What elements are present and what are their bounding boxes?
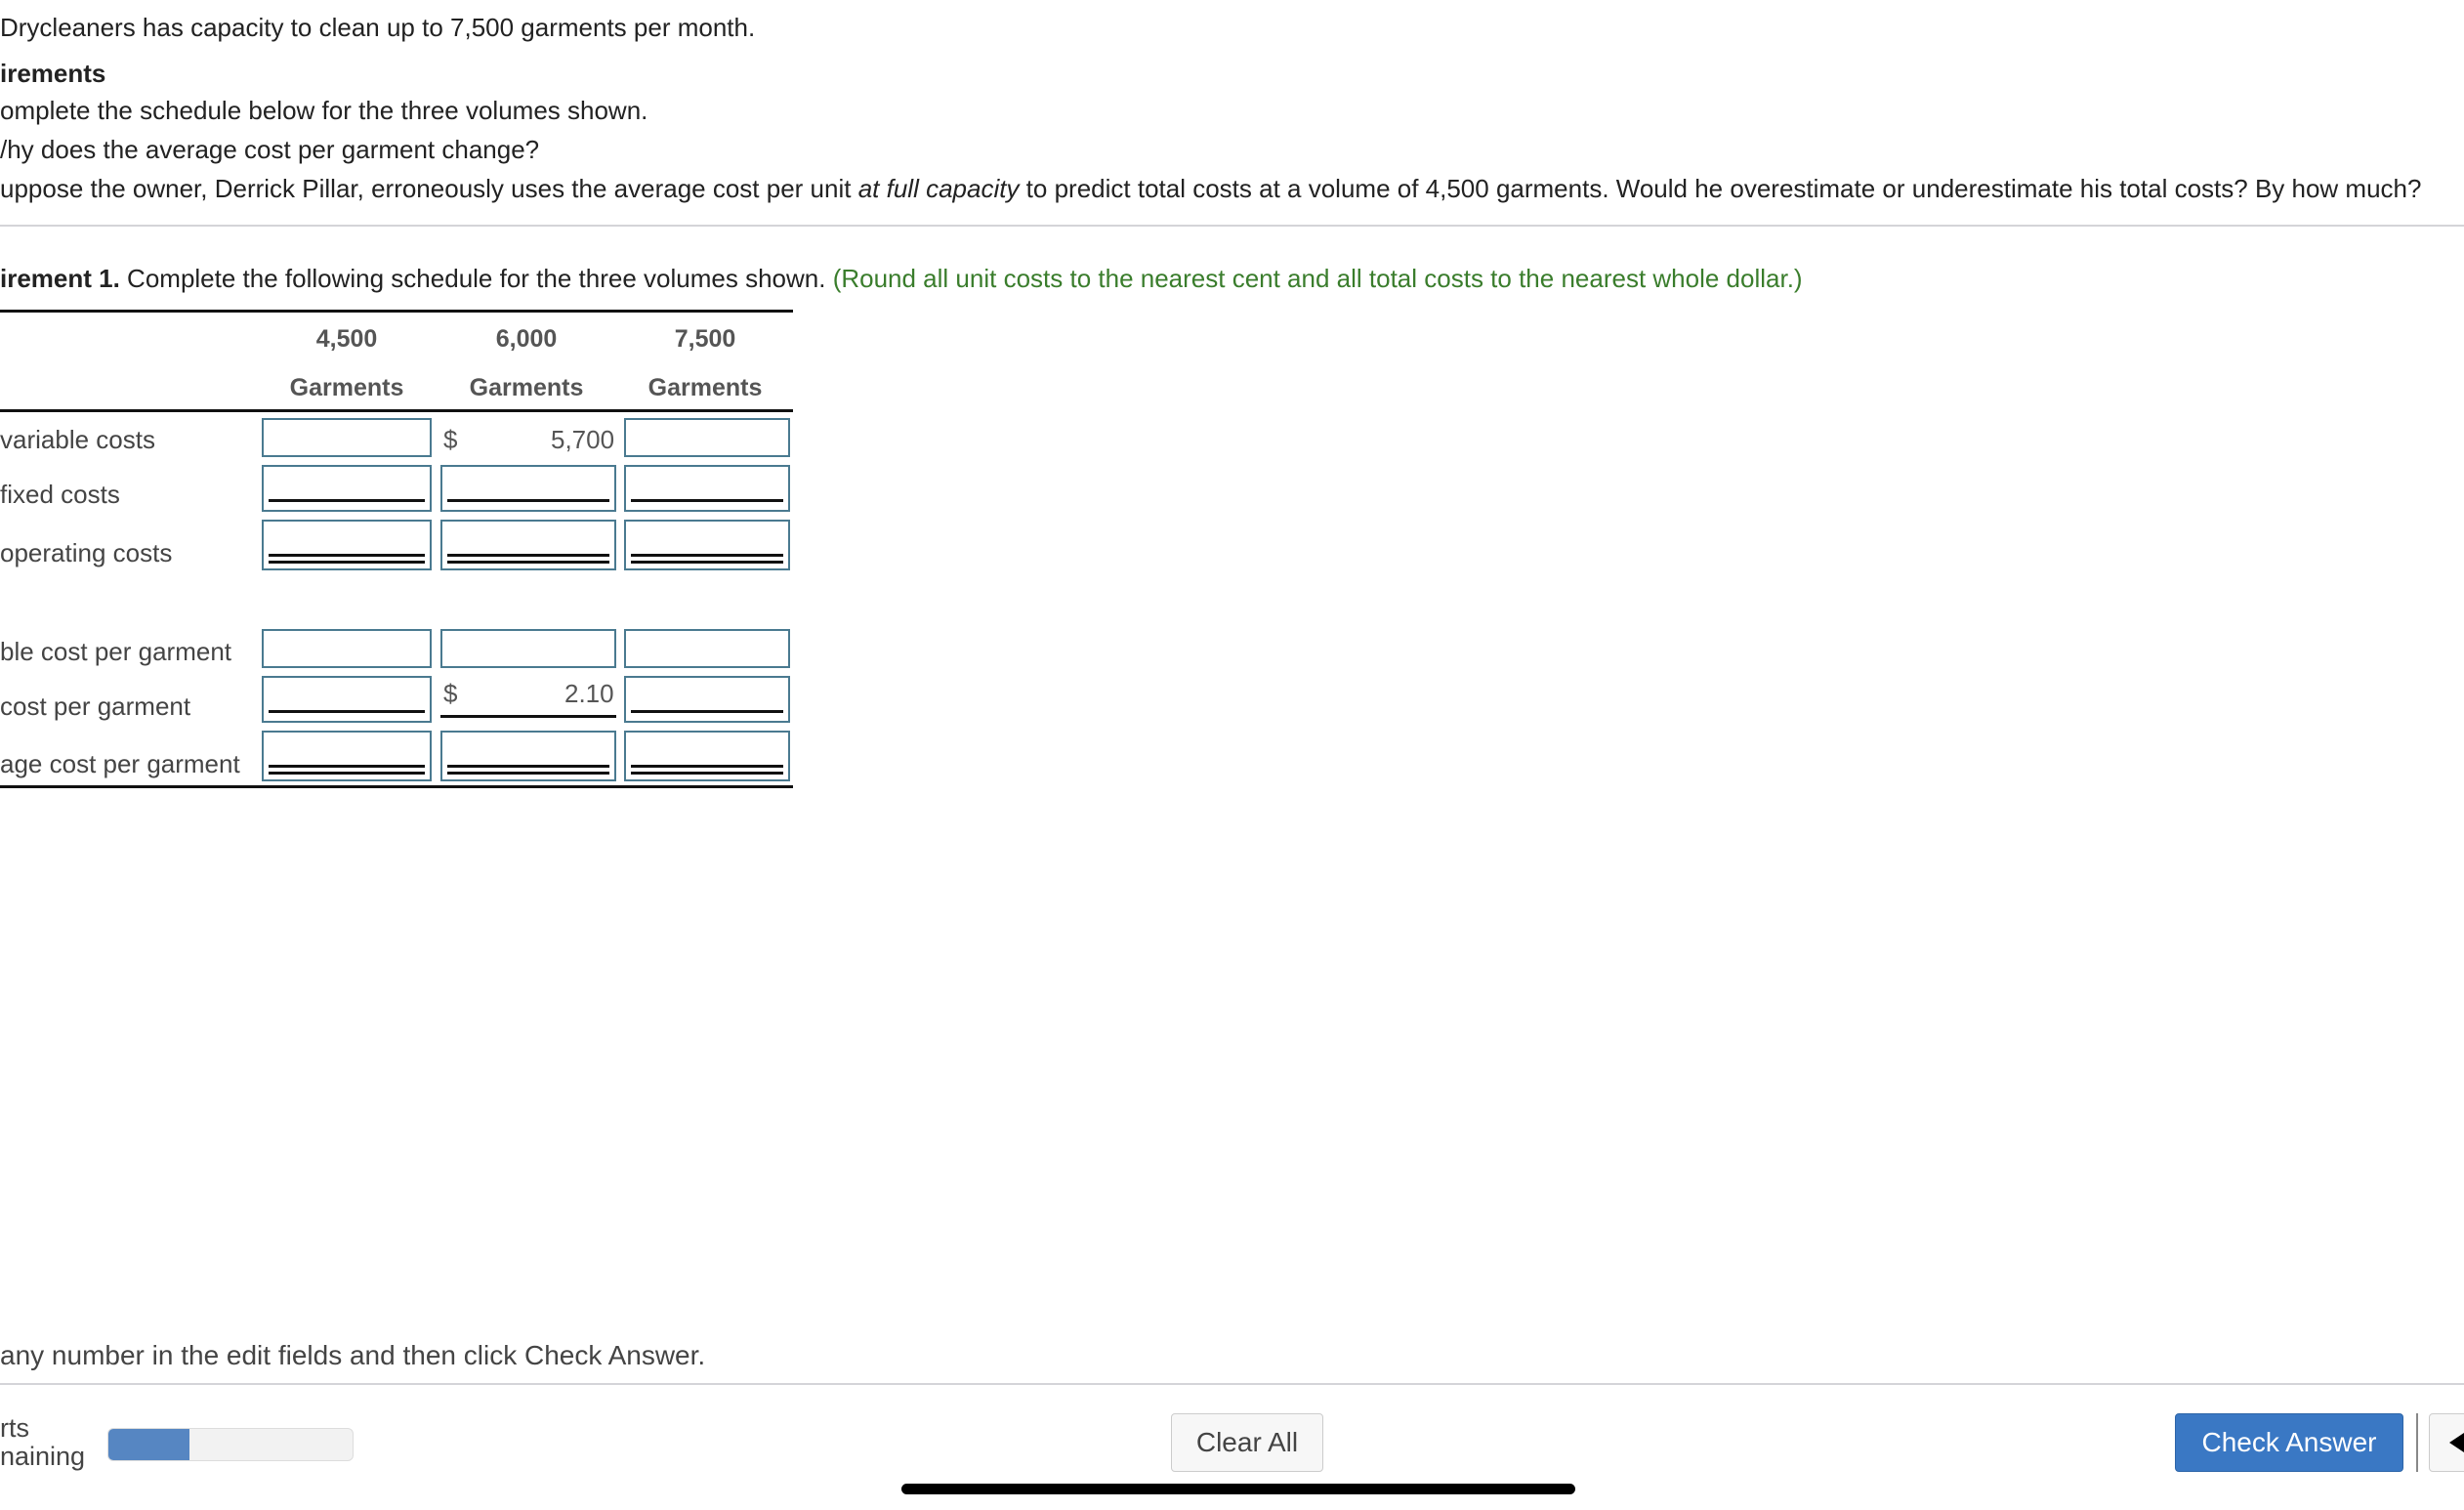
section-divider: [0, 225, 2464, 227]
row-label-variable-cost-per-garment: ble cost per garment: [0, 637, 232, 666]
input-variable-cost-per-garment-7500[interactable]: [624, 629, 790, 668]
requirement-1: omplete the schedule below for the three…: [0, 96, 648, 125]
given-underline: [440, 715, 616, 718]
input-average-cost-per-garment-6000[interactable]: [440, 731, 616, 781]
parts-label-line-1: rts: [0, 1413, 29, 1443]
given-fixed-cost-per-garment-6000: 2.10: [564, 679, 614, 708]
progress-fill: [108, 1429, 189, 1460]
capacity-text: Drycleaners has capacity to clean up to …: [0, 13, 756, 42]
check-answer-button[interactable]: Check Answer: [2175, 1413, 2403, 1472]
dollar-sign: $: [443, 425, 458, 454]
rounding-hint: (Round all unit costs to the nearest cen…: [832, 264, 1803, 293]
clear-all-button[interactable]: Clear All: [1171, 1413, 1323, 1472]
input-average-cost-per-garment-7500[interactable]: [624, 731, 790, 781]
row-label-fixed-cost-per-garment: cost per garment: [0, 692, 191, 721]
question-label: irement 1.: [0, 264, 120, 293]
row-label-fixed-costs: fixed costs: [0, 480, 120, 509]
previous-button[interactable]: [2429, 1413, 2464, 1472]
parts-label-line-2: naining: [0, 1442, 86, 1471]
question-prompt: irement 1. Complete the following schedu…: [0, 263, 1803, 294]
given-variable-costs-6000: 5,700: [551, 425, 615, 454]
footer-divider: [0, 1383, 2464, 1385]
input-operating-costs-6000[interactable]: [440, 520, 616, 570]
input-fixed-cost-per-garment-4500[interactable]: [262, 676, 432, 723]
input-variable-cost-per-garment-4500[interactable]: [262, 629, 432, 668]
input-operating-costs-7500[interactable]: [624, 520, 790, 570]
footer-instruction: any number in the edit fields and then c…: [0, 1340, 706, 1370]
home-indicator: [901, 1484, 1575, 1494]
table-bottom-rule: [0, 785, 793, 788]
requirement-3-emphasis: at full capacity: [857, 174, 1020, 203]
input-variable-costs-7500[interactable]: [624, 418, 790, 457]
question-text: Complete the following schedule for the …: [119, 264, 826, 293]
button-separator: [2416, 1413, 2418, 1472]
input-operating-costs-4500[interactable]: [262, 520, 432, 570]
input-average-cost-per-garment-4500[interactable]: [262, 731, 432, 781]
requirement-3: uppose the owner, Derrick Pillar, errone…: [0, 173, 2421, 204]
requirement-2: /hy does the average cost per garment ch…: [0, 135, 540, 164]
row-label-variable-costs: variable costs: [0, 425, 155, 454]
row-label-average-cost-per-garment: age cost per garment: [0, 749, 240, 778]
header-bottom-rule: [0, 409, 793, 412]
row-label-operating-costs: operating costs: [0, 538, 173, 567]
dollar-sign: $: [443, 679, 458, 708]
column-volume-4500: 4,500: [315, 325, 378, 353]
parts-progress-bar: [107, 1428, 354, 1461]
input-fixed-cost-per-garment-7500[interactable]: [624, 676, 790, 723]
input-fixed-costs-4500[interactable]: [262, 465, 432, 512]
parts-remaining-label: rts naining: [0, 1414, 85, 1471]
column-unit-7500: Garments: [647, 374, 763, 401]
requirement-3-start: uppose the owner, Derrick Pillar, errone…: [0, 174, 858, 203]
column-volume-7500: 7,500: [674, 325, 736, 353]
input-variable-cost-per-garment-6000[interactable]: [440, 629, 616, 668]
input-fixed-costs-7500[interactable]: [624, 465, 790, 512]
triangle-left-icon: [2449, 1431, 2464, 1454]
requirements-heading: irements: [0, 59, 106, 88]
requirement-3-end: to predict total costs at a volume of 4,…: [1019, 174, 2422, 203]
table-top-rule: [0, 310, 793, 313]
column-unit-4500: Garments: [289, 374, 404, 401]
input-variable-costs-4500[interactable]: [262, 418, 432, 457]
column-volume-6000: 6,000: [495, 325, 558, 353]
input-fixed-costs-6000[interactable]: [440, 465, 616, 512]
column-unit-6000: Garments: [469, 374, 584, 401]
